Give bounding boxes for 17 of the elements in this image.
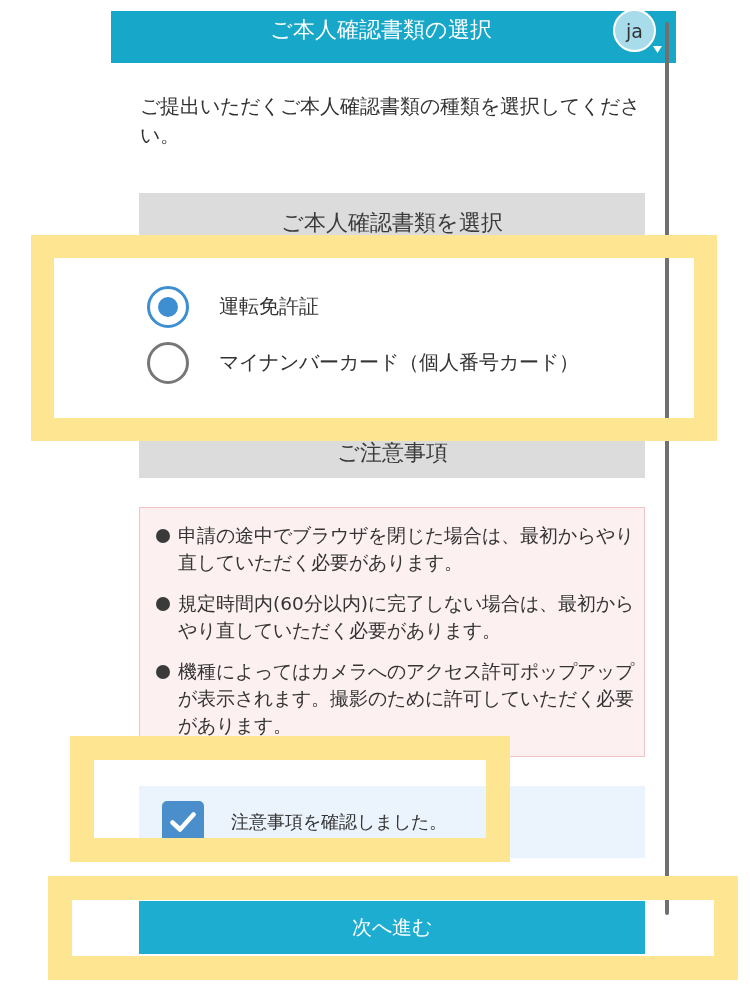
language-button[interactable]: ja [613, 9, 656, 52]
check-icon [170, 812, 196, 832]
radio-button[interactable] [147, 286, 189, 328]
option-label[interactable]: マイナンバーカード（個人番号カード） [219, 349, 579, 377]
option-label[interactable]: 運転免許証 [219, 293, 319, 321]
intro-text: ご提出いただくご本人確認書類の種類を選択してください。 [140, 93, 641, 149]
caret-icon[interactable] [653, 46, 662, 53]
bullet-icon [156, 664, 170, 679]
bullet-icon [156, 528, 170, 543]
notice-text: 規定時間内(60分以内)に完了しない場合は、最初からやり直していただく必要があります。 [178, 592, 635, 643]
checkbox-label[interactable]: 注意事項を確認しました。 [231, 809, 447, 835]
scrollbar[interactable] [665, 22, 669, 915]
page-title: ご本人確認書類の選択 [269, 16, 492, 44]
radio-button[interactable] [147, 342, 189, 384]
notice-text: 申請の途中でブラウザを閉じた場合は、最初からやり直していただく必要があります。 [178, 524, 635, 575]
notice-text: 機種によってはカメラへのアクセス許可ポップアップが表示されます。撮影のために許可していただく必要があります。 [178, 660, 636, 738]
bullet-icon [156, 596, 170, 611]
